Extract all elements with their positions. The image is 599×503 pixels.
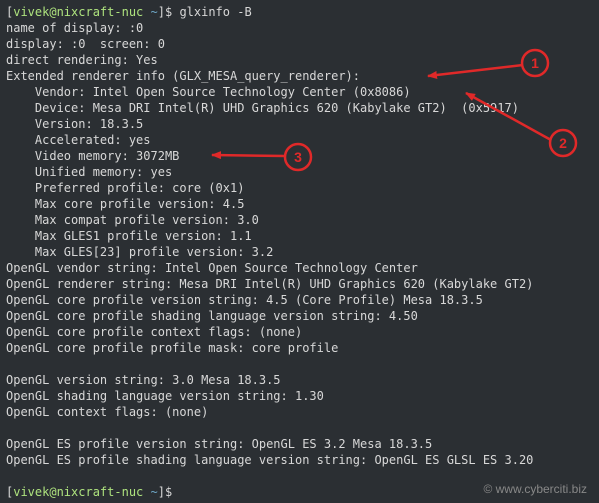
output-line: OpenGL renderer string: Mesa DRI Intel(R… [6, 276, 593, 292]
output-line: OpenGL vendor string: Intel Open Source … [6, 260, 593, 276]
prompt-line[interactable]: [vivek@nixcraft-nuc ~]$ glxinfo -B [6, 4, 593, 20]
output-line: OpenGL core profile shading language ver… [6, 308, 593, 324]
output-line [6, 420, 593, 436]
output-line: direct rendering: Yes [6, 52, 593, 68]
prompt-symbol: ]$ [158, 5, 180, 19]
output-line: OpenGL version string: 3.0 Mesa 18.3.5 [6, 372, 593, 388]
user-host: vivek@nixcraft-nuc [13, 485, 143, 499]
cwd-tilde: ~ [151, 485, 158, 499]
output-line: Version: 18.3.5 [6, 116, 593, 132]
user-host: vivek@nixcraft-nuc [13, 5, 143, 19]
output-line: Max GLES[23] profile version: 3.2 [6, 244, 593, 260]
output-line: Video memory: 3072MB [6, 148, 593, 164]
output-line: Extended renderer info (GLX_MESA_query_r… [6, 68, 593, 84]
output-line: Accelerated: yes [6, 132, 593, 148]
output-line: OpenGL core profile context flags: (none… [6, 324, 593, 340]
prompt-symbol: ]$ [158, 485, 180, 499]
output-line [6, 356, 593, 372]
output-line: OpenGL shading language version string: … [6, 388, 593, 404]
output-line: display: :0 screen: 0 [6, 36, 593, 52]
cwd-tilde: ~ [151, 5, 158, 19]
output-line: Max core profile version: 4.5 [6, 196, 593, 212]
output-line: OpenGL core profile profile mask: core p… [6, 340, 593, 356]
output-line: Vendor: Intel Open Source Technology Cen… [6, 84, 593, 100]
output-line: Preferred profile: core (0x1) [6, 180, 593, 196]
output-line: Max GLES1 profile version: 1.1 [6, 228, 593, 244]
typed-command: glxinfo -B [179, 5, 251, 19]
output-line: OpenGL context flags: (none) [6, 404, 593, 420]
watermark: © www.cyberciti.biz [483, 481, 587, 497]
output-line: OpenGL ES profile shading language versi… [6, 452, 593, 468]
output-line: OpenGL core profile version string: 4.5 … [6, 292, 593, 308]
output-line: name of display: :0 [6, 20, 593, 36]
output-line: OpenGL ES profile version string: OpenGL… [6, 436, 593, 452]
output-line: Device: Mesa DRI Intel(R) UHD Graphics 6… [6, 100, 593, 116]
output-line: Unified memory: yes [6, 164, 593, 180]
output-line: Max compat profile version: 3.0 [6, 212, 593, 228]
terminal-output: [vivek@nixcraft-nuc ~]$ glxinfo -Bname o… [0, 0, 599, 503]
